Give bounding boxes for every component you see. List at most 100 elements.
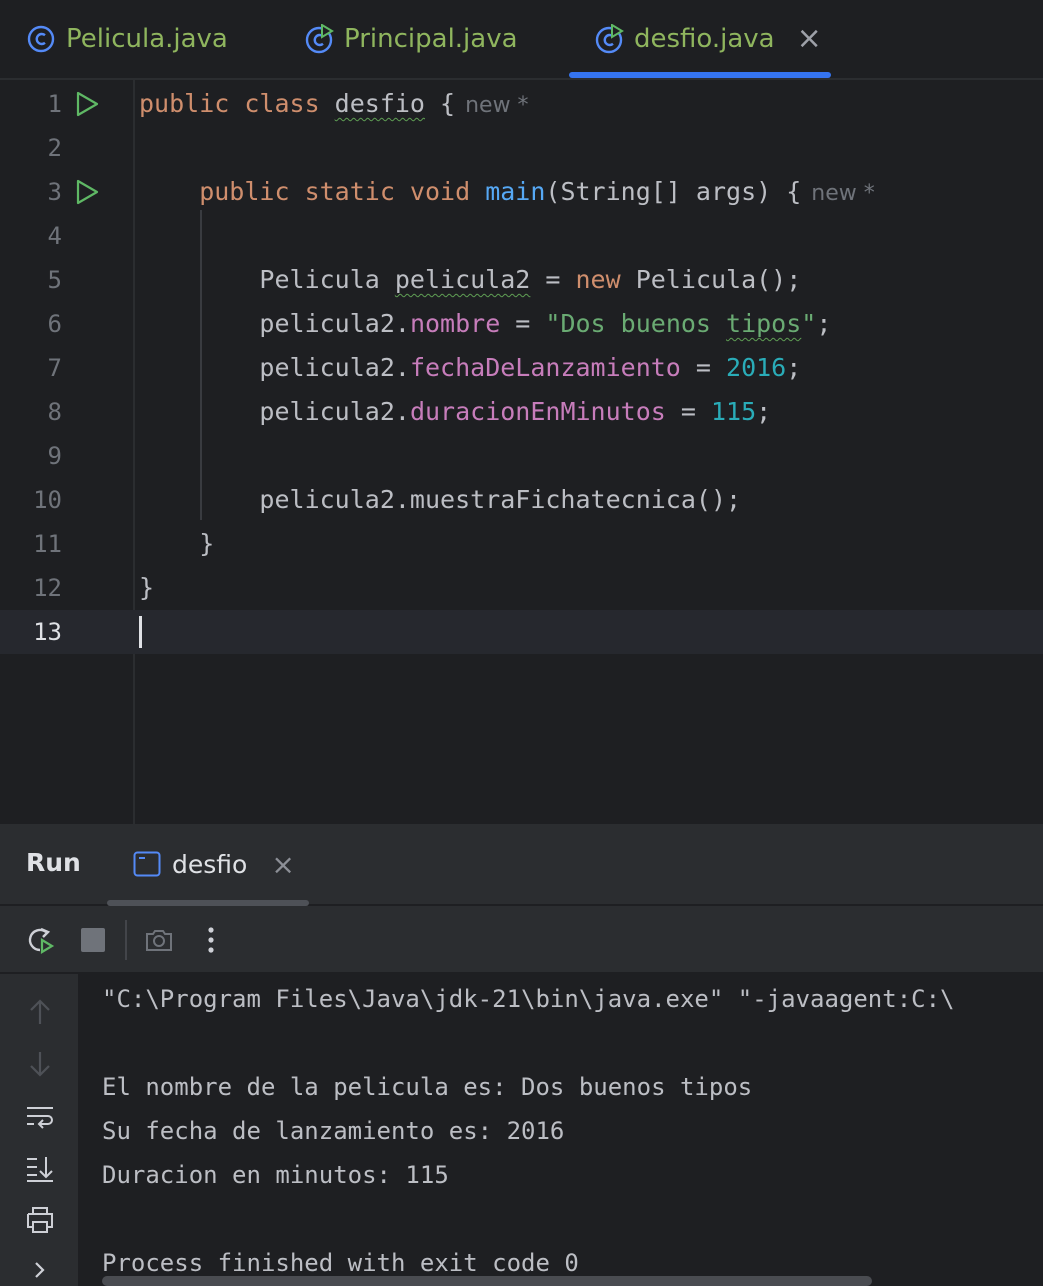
horizontal-scrollbar[interactable] xyxy=(102,1276,872,1286)
console-line: "C:\Program Files\Java\jdk-21\bin\java.e… xyxy=(102,985,955,1013)
code-editor[interactable]: 1 public class desfio {new * 2 3 public sta… xyxy=(0,80,1043,824)
code-line[interactable]: 11 } xyxy=(0,522,1043,566)
console-line: El nombre de la pelicula es: Dos buenos … xyxy=(102,1073,753,1101)
line-number: 8 xyxy=(47,398,62,426)
line-number: 1 xyxy=(47,90,62,118)
code-token: ; xyxy=(756,397,772,426)
arrow-up-icon[interactable] xyxy=(24,996,56,1028)
line-number: 7 xyxy=(47,354,62,382)
arrow-down-icon[interactable] xyxy=(24,1048,56,1080)
line-number: 13 xyxy=(33,618,62,646)
line-number: 4 xyxy=(47,222,62,250)
run-gutter-icon[interactable] xyxy=(74,91,100,117)
scroll-to-end-icon[interactable] xyxy=(24,1152,56,1184)
code-token: ; xyxy=(816,309,832,338)
print-icon[interactable] xyxy=(24,1204,56,1236)
camera-icon[interactable] xyxy=(143,924,175,956)
code-text: } xyxy=(139,522,214,566)
code-token: = xyxy=(665,397,711,426)
code-line[interactable]: 7 pelicula2.fechaDeLanzamiento = 2016; xyxy=(0,346,1043,390)
tab-label: Pelicula.java xyxy=(66,24,228,54)
code-token: = xyxy=(530,265,576,294)
code-text: pelicula2.fechaDeLanzamiento = 2016; xyxy=(139,346,801,390)
code-token: = xyxy=(680,353,727,382)
rerun-icon[interactable] xyxy=(24,924,56,956)
code-token: "Dos buenos xyxy=(545,309,727,338)
code-text: pelicula2.nombre = "Dos buenos tipos"; xyxy=(139,302,831,346)
code-token: pelicula2.muestraFichatecnica(); xyxy=(139,485,742,514)
line-number: 6 xyxy=(47,310,62,338)
code-token: " xyxy=(801,309,817,338)
code-token: Pelicula xyxy=(139,265,395,294)
run-panel-title: Run xyxy=(26,848,81,877)
code-text: } xyxy=(139,566,154,610)
code-token: duracionEnMinutos xyxy=(409,397,666,426)
code-line[interactable]: 10 pelicula2.muestraFichatecnica(); xyxy=(0,478,1043,522)
run-gutter-icon[interactable] xyxy=(74,179,100,205)
run-tool-window-header: Run desfio × xyxy=(0,824,1043,906)
run-tab-label: desfio xyxy=(172,849,248,879)
console-icon xyxy=(133,851,161,877)
code-token: pelicula2. xyxy=(139,353,410,382)
code-text: public static void main(String[] args) {… xyxy=(139,170,875,216)
console-side-toolbar xyxy=(0,974,78,1286)
code-token: 2016 xyxy=(726,353,787,382)
close-icon[interactable]: × xyxy=(797,24,822,54)
code-token: new xyxy=(575,265,621,294)
code-token: = xyxy=(500,309,546,338)
editor-tab-bar: Pelicula.java Principal.java desfio.java… xyxy=(0,0,1043,80)
line-number: 11 xyxy=(33,530,62,558)
code-line[interactable]: 5 Pelicula pelicula2 = new Pelicula(); xyxy=(0,258,1043,302)
line-number: 3 xyxy=(47,178,62,206)
code-token: (String[] args) { xyxy=(545,177,802,206)
code-line[interactable]: 13 xyxy=(0,610,1043,654)
code-text: Pelicula pelicula2 = new Pelicula(); xyxy=(139,258,801,302)
code-line[interactable]: 8 pelicula2.duracionEnMinutos = 115; xyxy=(0,390,1043,434)
line-number: 5 xyxy=(47,266,62,294)
code-line[interactable]: 3 public static void main(String[] args)… xyxy=(0,170,1043,214)
code-line[interactable]: 9 xyxy=(0,434,1043,478)
code-token: pelicula2. xyxy=(139,397,410,426)
line-number: 10 xyxy=(33,486,62,514)
tab-label: Principal.java xyxy=(344,24,518,54)
console-line: Su fecha de lanzamiento es: 2016 xyxy=(102,1117,565,1145)
code-token: } xyxy=(139,573,155,602)
runnable-class-icon xyxy=(595,24,624,54)
active-tab-indicator xyxy=(569,72,831,78)
code-line[interactable]: 2 xyxy=(0,126,1043,170)
code-token: tipos xyxy=(726,309,802,338)
line-number: 2 xyxy=(47,134,62,162)
code-token: } xyxy=(139,529,215,558)
code-token: fechaDeLanzamiento xyxy=(409,353,681,382)
code-token: { xyxy=(424,89,456,118)
tab-pelicula-java[interactable]: Pelicula.java xyxy=(26,0,228,78)
chevron-right-icon[interactable] xyxy=(24,1254,56,1286)
code-token: 115 xyxy=(710,397,757,426)
code-token: ; xyxy=(786,353,802,382)
inlay-hint-new[interactable]: new * xyxy=(465,93,528,118)
tab-label: desfio.java xyxy=(634,24,775,54)
tab-principal-java[interactable]: Principal.java xyxy=(304,0,518,78)
code-token: public class xyxy=(139,89,335,118)
toolbar-separator xyxy=(125,920,127,960)
code-line[interactable]: 12} xyxy=(0,566,1043,610)
code-line[interactable]: 1 public class desfio {new * xyxy=(0,82,1043,126)
code-token: pelicula2. xyxy=(139,309,410,338)
code-text: pelicula2.muestraFichatecnica(); xyxy=(139,478,741,522)
soft-wrap-icon[interactable] xyxy=(24,1101,56,1133)
console-line: Duracion en minutos: 115 xyxy=(102,1161,449,1189)
inlay-hint-new[interactable]: new * xyxy=(811,181,874,206)
code-text: public class desfio {new * xyxy=(139,82,529,128)
run-tab-desfio[interactable]: desfio × xyxy=(133,844,295,884)
code-line[interactable]: 6 pelicula2.nombre = "Dos buenos tipos"; xyxy=(0,302,1043,346)
stop-icon[interactable] xyxy=(77,924,109,956)
console-output[interactable]: "C:\Program Files\Java\jdk-21\bin\java.e… xyxy=(78,974,1043,1286)
close-icon[interactable]: × xyxy=(271,848,294,881)
code-line[interactable]: 4 xyxy=(0,214,1043,258)
text-caret xyxy=(139,616,142,648)
tab-desfio-java[interactable]: desfio.java × xyxy=(594,0,822,78)
line-number: 12 xyxy=(33,574,62,602)
code-token: pelicula2 xyxy=(394,265,531,294)
code-token: nombre xyxy=(409,309,501,338)
more-vertical-icon[interactable] xyxy=(195,924,227,956)
